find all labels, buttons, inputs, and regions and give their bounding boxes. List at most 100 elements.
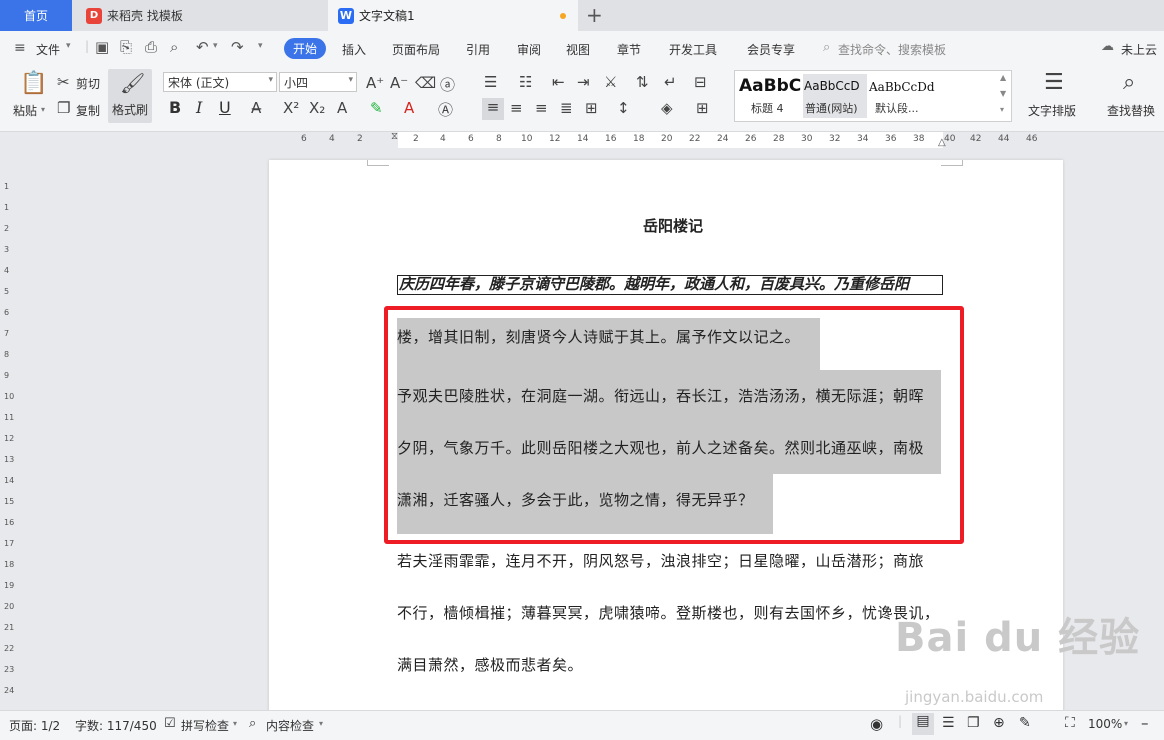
menu-references[interactable]: 引用 [466,41,490,58]
paragraph-line[interactable]: 满目萧然，感极而悲者矣。 [397,654,583,675]
font-color-icon[interactable]: A [404,99,414,117]
menu-insert[interactable]: 插入 [342,41,366,58]
spell-check-icon: ☑ [164,716,176,731]
new-tab-button[interactable]: + [586,3,603,27]
vruler-tick-label: 16 [4,518,15,527]
menu-view[interactable]: 视图 [566,41,590,58]
menu-developer[interactable]: 开发工具 [669,41,717,58]
ruler-tick-label: 4 [329,134,335,144]
redo-icon[interactable]: ↷ [231,38,244,56]
style-scroll-down-icon[interactable]: ▼ [1000,89,1006,98]
bold-button[interactable]: B [169,98,181,117]
selected-first-line[interactable]: 庆历四年春，滕子京谪守巴陵郡。越明年，政通人和，百废具兴。乃重修岳阳 [397,275,943,295]
sort-icon[interactable]: ⇅ [636,73,649,91]
text-layout-button[interactable]: 文字排版 [1028,102,1076,119]
word-count[interactable]: 字数: 117/450 [75,717,157,734]
highlight-color-icon[interactable]: ✎ [370,99,383,117]
distribute-icon[interactable]: ⊞ [585,99,598,117]
save-icon[interactable]: ▣ [95,38,109,56]
numbered-list-icon[interactable]: ☷ [519,73,532,91]
menu-start[interactable]: 开始 [284,38,327,59]
italic-button[interactable]: I [196,98,202,117]
export-icon[interactable]: ⎘ [120,38,132,56]
increase-indent-icon[interactable]: ⇥ [577,73,590,91]
preview-icon[interactable]: ⌕ [170,38,178,56]
undo-icon[interactable]: ↶ [196,38,209,56]
style-default-paragraph[interactable]: AaBbCcDd 默认段... [869,74,989,118]
tab-document[interactable]: W 文字文稿1 [328,0,578,31]
tab-home[interactable]: 首页 [0,0,72,31]
clear-format-icon[interactable]: ⌫ [415,74,436,92]
style-more-icon[interactable]: ▾ [1000,105,1004,114]
quick-access-dropdown-icon[interactable]: ▾ [258,41,263,51]
align-left-icon[interactable]: ≡ [482,98,504,120]
style-heading4[interactable]: AaBbC 标题 4 [737,74,803,118]
font-size-select[interactable]: 小四 ▾ [279,72,357,92]
align-center-icon[interactable]: ≡ [510,99,523,117]
cloud-status[interactable]: 未上云 [1121,41,1157,58]
indent-marker-icon[interactable]: ⧖ [391,131,398,142]
hamburger-icon[interactable]: ≡ [14,40,26,56]
chinese-layout-icon[interactable]: ⚔ [604,73,617,91]
underline-button[interactable]: U [219,98,231,117]
strikethrough-icon[interactable]: A̶ [251,99,261,117]
undo-dropdown-icon[interactable]: ▾ [213,41,218,51]
shading-icon[interactable]: ◈ [661,99,673,117]
zoom-level[interactable]: 100% [1088,717,1122,731]
phonetic-icon[interactable]: ⓐ [440,74,455,95]
eye-protection-icon[interactable]: ◉ [870,715,883,733]
paragraph-line[interactable]: 若夫淫雨霏霏，连月不开，阴风怒号，浊浪排空；日星隐曜，山岳潜形；商旅 [397,550,924,571]
menu-member[interactable]: 会员专享 [747,41,795,58]
find-replace-button[interactable]: 查找替换 [1107,102,1155,119]
superscript-icon[interactable]: X² [283,99,299,117]
spell-check-dropdown-icon[interactable]: ▾ [233,719,237,728]
paste-dropdown-icon[interactable]: ▾ [41,105,45,114]
reading-view-icon[interactable]: ❐ [967,715,980,731]
borders-icon[interactable]: ⊞ [696,99,709,117]
menu-page-layout[interactable]: 页面布局 [392,41,440,58]
paragraph-line[interactable]: 不行，樯倾楫摧；薄暮冥冥，虎啸猿啼。登斯楼也，则有去国怀乡，忧谗畏讥， [397,602,940,623]
font-name-select[interactable]: 宋体 (正文) ▾ [163,72,277,92]
menu-chapter[interactable]: 章节 [617,41,641,58]
page-indicator[interactable]: 页面: 1/2 [9,717,60,734]
decrease-font-icon[interactable]: A⁻ [390,74,408,92]
vruler-tick-label: 1 [4,203,10,212]
line-spacing-icon[interactable]: ↕ [617,99,630,117]
align-right-icon[interactable]: ≡ [535,99,548,117]
content-check-button[interactable]: 内容检查 [266,717,314,734]
web-view-icon[interactable]: ⊕ [993,715,1005,731]
show-marks-icon[interactable]: ↵ [664,73,677,91]
print-icon[interactable]: ⎙ [145,38,157,56]
paste-button[interactable]: 粘贴 [13,102,37,119]
font-size-dropdown-icon: ▾ [348,75,353,85]
format-painter-button[interactable]: 🖌 格式刷 [108,69,152,123]
ruler-tick-label: 42 [970,134,982,144]
ruler-tick-label: 34 [857,134,869,144]
fit-page-icon[interactable]: ⛶ [1065,715,1075,731]
zoom-out-button[interactable]: – [1141,714,1149,732]
char-border-icon[interactable]: Ⓐ [438,99,453,120]
vruler-tick-label: 21 [4,623,15,632]
outline-view-icon[interactable]: ☰ [942,715,955,731]
justify-icon[interactable]: ≣ [560,99,573,117]
command-search-input[interactable]: 查找命令、搜索模板 [838,41,946,58]
menu-file[interactable]: 文件 [36,41,60,58]
style-scroll-up-icon[interactable]: ▲ [1000,73,1006,82]
style-normal-web[interactable]: AaBbCcD 普通(网站) [803,74,867,118]
annotation-highlight-box [384,306,964,544]
copy-button[interactable]: 复制 [76,102,100,119]
menu-review[interactable]: 审阅 [517,41,541,58]
cut-button[interactable]: 剪切 [76,75,100,92]
bullet-list-icon[interactable]: ☰ [484,73,497,91]
zoom-dropdown-icon[interactable]: ▾ [1124,719,1128,728]
text-effect-icon[interactable]: A [337,99,347,117]
page-view-icon[interactable]: ▤ [912,713,934,735]
decrease-indent-icon[interactable]: ⇤ [552,73,565,91]
tab-daoke[interactable]: D 来稻壳 找模板 [74,0,326,31]
content-check-dropdown-icon[interactable]: ▾ [319,719,323,728]
increase-font-icon[interactable]: A⁺ [366,74,384,92]
subscript-icon[interactable]: X₂ [309,99,325,117]
writing-mode-icon[interactable]: ✎ [1019,715,1031,731]
spell-check-button[interactable]: 拼写检查 [181,717,229,734]
tab-ruler-icon[interactable]: ⊟ [694,73,707,91]
